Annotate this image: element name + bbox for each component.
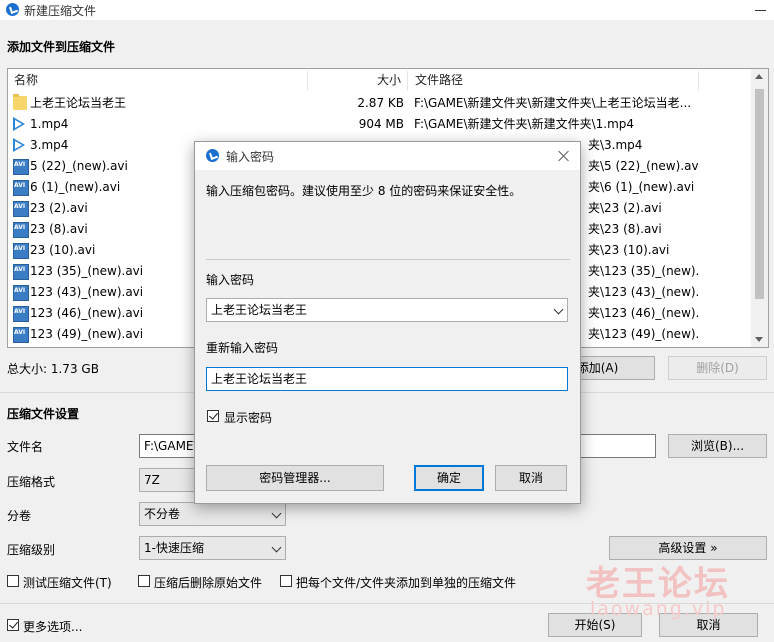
show-password-label: 显示密码 [224,411,273,425]
file-name: 3.mp4 [30,138,69,152]
delete-after-label: 压缩后删除原始文件 [154,576,263,590]
ok-button[interactable]: 确定 [414,465,484,491]
file-path: F:\GAME\新建文件夹\新建文件夹\1.mp4 [414,117,635,131]
column-divider [307,71,308,91]
scroll-thumb[interactable] [755,89,764,299]
file-path: 夹\23 (2).avi [588,201,662,215]
separate-archives-checkbox[interactable] [280,575,292,587]
scroll-down-icon[interactable] [755,337,763,342]
delete-after-checkbox[interactable] [138,575,150,587]
dialog-description: 输入压缩包密码。建议使用至少 8 位的密码来保证安全性。 [206,184,522,198]
divider [206,259,570,260]
avi-file-icon [13,175,29,196]
file-path: 夹\23 (10).avi [588,243,670,257]
file-name: 23 (8).avi [30,222,88,236]
confirm-password-label: 重新输入密码 [206,341,279,355]
confirm-password-input[interactable]: 上老王论坛当老王 [206,367,568,391]
file-name: 23 (2).avi [30,201,88,215]
minimize-icon[interactable] [752,2,770,18]
file-name: 123 (43)_(new).avi [30,285,144,299]
video-play-icon [13,117,25,131]
app-logo-icon [6,3,19,16]
password-label: 输入密码 [206,273,255,287]
title-bar: 新建压缩文件 [0,0,774,20]
vertical-scrollbar[interactable] [751,69,768,347]
watermark-url: laowang.vip [590,598,727,620]
level-label: 压缩级别 [7,543,56,557]
file-path: 夹\23 (8).avi [588,222,662,236]
video-play-icon [13,138,25,152]
avi-file-icon [13,259,29,280]
show-password-checkbox[interactable] [207,410,219,422]
format-label: 压缩格式 [7,475,56,489]
file-name: 上老王论坛当老王 [30,96,127,110]
filename-label: 文件名 [7,440,44,454]
table-row[interactable]: 1.mp4 904 MB F:\GAME\新建文件夹\新建文件夹\1.mp4 [8,114,750,135]
folder-icon [13,94,27,110]
app-logo-icon [206,149,219,162]
split-label: 分卷 [7,509,32,523]
chevron-down-icon [271,542,282,553]
delete-button[interactable]: 删除(D) [668,356,767,380]
avi-file-icon [13,301,29,322]
more-options-checkbox[interactable] [7,619,19,631]
avi-file-icon [13,154,29,175]
close-icon[interactable] [556,148,572,164]
window-title: 新建压缩文件 [24,4,97,18]
column-divider [698,71,699,91]
file-name: 123 (49)_(new).avi [30,327,144,341]
more-options-label: 更多选项... [23,620,83,634]
file-name: 6 (1)_(new).avi [30,180,121,194]
password-manager-button[interactable]: 密码管理器... [206,465,384,491]
level-value: 1-快速压缩 [144,541,204,555]
password-dialog: 输入密码 输入压缩包密码。建议使用至少 8 位的密码来保证安全性。 输入密码 上… [194,141,581,504]
split-value: 不分卷 [144,507,181,521]
password-input[interactable]: 上老王论坛当老王 [206,298,568,322]
avi-file-icon [13,196,29,217]
browse-button[interactable]: 浏览(B)... [668,434,767,458]
files-section-heading: 添加文件到压缩文件 [7,40,116,54]
file-path: 夹\5 (22)_(new).avi [588,159,698,173]
chevron-down-icon [271,508,282,519]
column-header-size[interactable]: 大小 [377,69,401,91]
avi-file-icon [13,322,29,343]
file-name: 23 (10).avi [30,243,96,257]
chevron-down-icon[interactable] [553,304,564,315]
avi-file-icon [13,238,29,259]
file-name: 5 (22)_(new).avi [30,159,128,173]
file-name: 123 (35)_(new).avi [30,264,144,278]
column-divider [407,71,408,91]
column-header-path[interactable]: 文件路径 [415,69,463,91]
test-archive-checkbox[interactable] [7,575,19,587]
test-archive-label: 测试压缩文件(T) [23,576,112,590]
file-path: 夹\123 (35)_(new)... [588,264,698,278]
dialog-cancel-button[interactable]: 取消 [495,465,567,491]
scroll-up-icon[interactable] [755,74,763,79]
format-value: 7Z [144,473,160,487]
file-path: 夹\6 (1)_(new).avi [588,180,695,194]
file-size: 904 MB [358,117,404,131]
file-name: 123 (46)_(new).avi [30,306,144,320]
settings-heading: 压缩文件设置 [7,407,80,421]
level-select[interactable]: 1-快速压缩 [139,536,286,560]
separate-archives-label: 把每个文件/文件夹添加到单独的压缩文件 [296,576,517,590]
table-row[interactable]: 上老王论坛当老王 2.87 KB F:\GAME\新建文件夹\新建文件夹\上老王论坛… [8,93,750,114]
avi-file-icon [13,217,29,238]
column-header-name[interactable]: 名称 [14,69,38,91]
dialog-title: 输入密码 [226,150,275,164]
avi-file-icon [13,280,29,301]
dialog-title-bar: 输入密码 [195,142,580,170]
file-path: 夹\123 (43)_(new)... [588,285,698,299]
file-path: 夹\123 (49)_(new)... [588,327,698,341]
split-select[interactable]: 不分卷 [139,502,286,526]
file-name: 1.mp4 [30,117,69,131]
total-size-text: 总大小: 1.73 GB [7,362,99,376]
file-path: F:\GAME\新建文件夹\新建文件夹\上老王论坛当老... [414,96,692,110]
file-path: 夹\123 (46)_(new)... [588,306,698,320]
file-size: 2.87 KB [357,96,404,110]
file-path: 夹\3.mp4 [588,138,643,152]
password-value: 上老王论坛当老王 [211,303,308,317]
